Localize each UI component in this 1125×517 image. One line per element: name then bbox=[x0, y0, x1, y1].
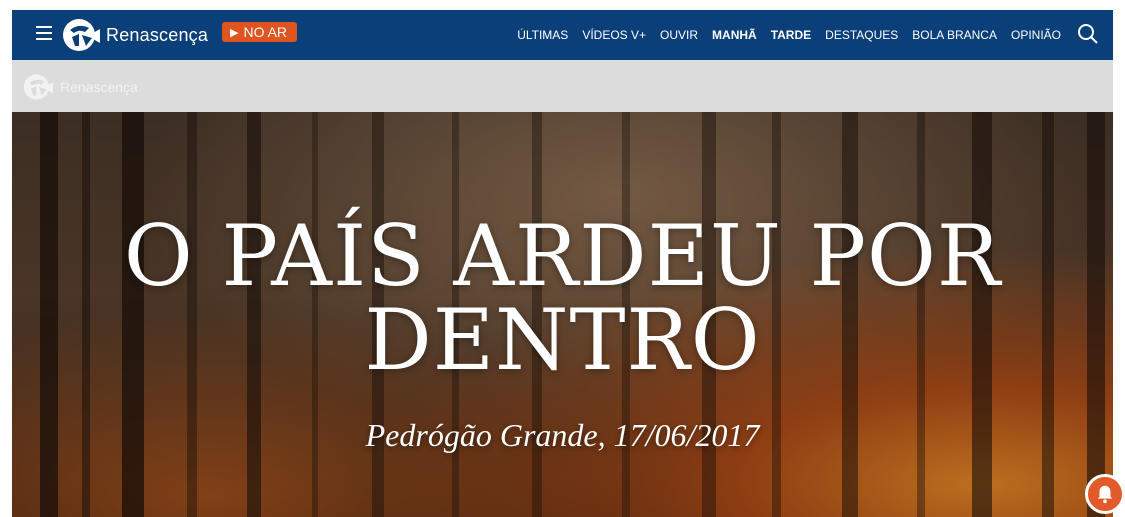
notification-bell-button[interactable] bbox=[1085, 474, 1125, 514]
nav-opiniao[interactable]: OPINIÃO bbox=[1011, 28, 1061, 42]
hero-headline-line-2: DENTRO bbox=[364, 291, 761, 389]
nav-manha[interactable]: MANHÃ bbox=[712, 28, 757, 42]
nav-destaques[interactable]: DESTAQUES bbox=[825, 28, 898, 42]
play-icon: ▶ bbox=[230, 26, 239, 39]
top-navigation-bar: Renascença ▶ NO AR ÚLTIMAS VÍDEOS V+ OUV… bbox=[12, 10, 1113, 60]
logo[interactable]: Renascença bbox=[60, 16, 208, 54]
live-label: NO AR bbox=[243, 24, 288, 40]
nav-tarde[interactable]: TARDE bbox=[771, 28, 811, 42]
hero-banner: O PAÍS ARDEU POR DENTRO Pedrógão Grande,… bbox=[12, 112, 1113, 517]
bell-icon bbox=[1097, 485, 1113, 504]
hamburger-icon[interactable] bbox=[36, 26, 52, 40]
nav-ouvir[interactable]: OUVIR bbox=[660, 28, 698, 42]
main-nav: ÚLTIMAS VÍDEOS V+ OUVIR MANHÃ TARDE DEST… bbox=[517, 10, 1061, 60]
search-icon[interactable] bbox=[1077, 23, 1099, 45]
nav-videos[interactable]: VÍDEOS V+ bbox=[582, 28, 646, 42]
live-button[interactable]: ▶ NO AR bbox=[222, 22, 298, 42]
renascenca-logo-icon bbox=[63, 19, 100, 51]
nav-bola-branca[interactable]: BOLA BRANCA bbox=[912, 28, 997, 42]
hero-subtitle: Pedrógão Grande, 17/06/2017 bbox=[365, 417, 760, 453]
hero-headline-line-1: O PAÍS ARDEU POR bbox=[123, 207, 1002, 305]
hero-headline: O PAÍS ARDEU POR DENTRO bbox=[12, 214, 1113, 382]
section-subheader: Renascença bbox=[12, 60, 1113, 112]
subheader-logo[interactable]: Renascença bbox=[20, 72, 138, 102]
subheader-brand-name: Renascença bbox=[60, 79, 138, 95]
brand-name: Renascença bbox=[106, 24, 209, 45]
nav-ultimas[interactable]: ÚLTIMAS bbox=[517, 28, 568, 42]
renascenca-logo-icon bbox=[23, 74, 53, 100]
